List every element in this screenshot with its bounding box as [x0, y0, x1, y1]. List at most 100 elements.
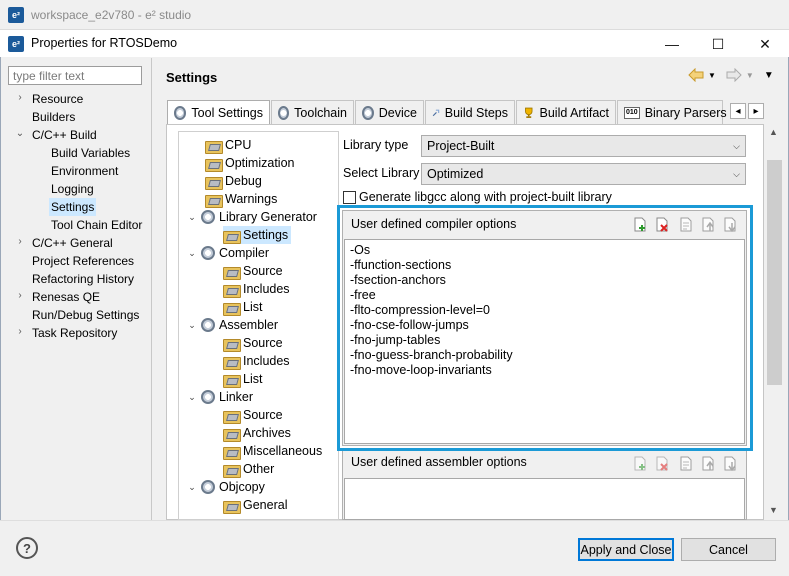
- assembler-options-list[interactable]: [344, 478, 745, 520]
- view-menu-icon[interactable]: ▼: [764, 70, 774, 81]
- select-library-select[interactable]: Optimized ⌵: [421, 163, 746, 185]
- chevron-right-icon[interactable]: ›: [15, 326, 25, 337]
- generate-libgcc-option[interactable]: Generate libgcc along with project-built…: [343, 190, 612, 204]
- forward-dropdown-icon[interactable]: ▼: [746, 71, 754, 80]
- chevron-down-icon[interactable]: ⌄: [187, 244, 197, 262]
- minimize-button[interactable]: —: [649, 30, 695, 58]
- cancel-button[interactable]: Cancel: [681, 538, 776, 561]
- sidebar-item-builders[interactable]: Builders: [30, 108, 77, 126]
- tree-item-source[interactable]: Source: [223, 262, 283, 280]
- forward-arrow-icon[interactable]: [726, 68, 742, 82]
- tree-item-optimization[interactable]: Optimization: [205, 154, 294, 172]
- assembler-options-group: User defined assembler options: [342, 449, 747, 520]
- tree-item-cpu[interactable]: CPU: [205, 136, 251, 154]
- tree-item-library-generator[interactable]: ⌄ Library Generator: [187, 208, 317, 226]
- tree-item-compiler[interactable]: ⌄ Compiler: [187, 244, 269, 262]
- library-type-select[interactable]: Project-Built ⌵: [421, 135, 746, 157]
- tab-build-steps[interactable]: Build Steps: [425, 100, 515, 124]
- tree-item-label: Optimization: [225, 156, 295, 170]
- dialog-titlebar: e² Properties for RTOSDemo — ☐ ✕: [0, 30, 789, 57]
- sidebar-item-run-debug-settings[interactable]: Run/Debug Settings: [30, 306, 141, 324]
- sidebar-item-refactoring-history[interactable]: Refactoring History: [30, 270, 136, 288]
- filter-input[interactable]: [8, 66, 142, 85]
- tab-scroll-left-button[interactable]: ◂: [730, 103, 746, 119]
- tab-build-artifact[interactable]: Build Artifact: [516, 100, 616, 124]
- tree-item-includes[interactable]: Includes: [223, 352, 290, 370]
- scroll-up-icon[interactable]: ▲: [769, 127, 778, 137]
- tree-item-label: Miscellaneous: [243, 444, 323, 458]
- delete-icon[interactable]: [655, 456, 669, 471]
- tab-scroll-right-button[interactable]: ▸: [748, 103, 764, 119]
- sidebar-item-logging[interactable]: Logging: [49, 180, 96, 198]
- tree-item-source[interactable]: Source: [223, 406, 283, 424]
- tab-toolchain[interactable]: Toolchain: [271, 100, 354, 124]
- e2-icon: e²: [8, 36, 24, 52]
- chevron-right-icon[interactable]: ›: [15, 290, 25, 301]
- tree-item-miscellaneous[interactable]: Miscellaneous: [223, 442, 322, 460]
- sidebar-item-project-references[interactable]: Project References: [30, 252, 136, 270]
- add-icon[interactable]: [633, 456, 647, 471]
- sidebar-item-settings[interactable]: Settings: [49, 198, 97, 216]
- move-down-icon[interactable]: [723, 456, 737, 471]
- tool-settings-tree[interactable]: CPU Optimization Debug Warnings ⌄ Library Gen…: [178, 131, 339, 520]
- sidebar-item-resource[interactable]: Resource: [30, 90, 85, 108]
- edit-icon[interactable]: [679, 456, 693, 471]
- move-up-icon[interactable]: [701, 456, 715, 471]
- generate-libgcc-checkbox[interactable]: [343, 190, 356, 204]
- minimize-icon: —: [665, 36, 679, 52]
- sidebar-item-renesas-qe[interactable]: Renesas QE: [30, 288, 102, 306]
- page-title: Settings: [166, 70, 218, 85]
- tree-item-linker[interactable]: ⌄ Linker: [187, 388, 253, 406]
- chevron-right-icon[interactable]: ›: [15, 236, 25, 247]
- tree-item-assembler[interactable]: ⌄ Assembler: [187, 316, 278, 334]
- sidebar-item-c-c-general[interactable]: C/C++ General: [30, 234, 115, 252]
- tree-item-label: Archives: [243, 426, 291, 440]
- tree-item-warnings[interactable]: Warnings: [205, 190, 277, 208]
- chevron-down-icon[interactable]: ⌄: [187, 316, 197, 334]
- chevron-down-icon[interactable]: ⌄: [15, 128, 25, 139]
- chevron-down-icon[interactable]: ⌄: [187, 208, 197, 226]
- back-dropdown-icon[interactable]: ▼: [708, 71, 716, 80]
- tab-label: Device: [378, 105, 417, 120]
- chevron-down-icon[interactable]: ⌄: [187, 478, 197, 496]
- tree-item-label: Includes: [243, 354, 290, 368]
- tab-binary-parsers[interactable]: 010 Binary Parsers: [617, 100, 727, 124]
- folder-icon: [205, 157, 223, 172]
- tree-item-archives[interactable]: Archives: [223, 424, 291, 442]
- back-arrow-icon[interactable]: [688, 68, 704, 82]
- help-button[interactable]: ?: [16, 537, 38, 559]
- tree-item-general[interactable]: General: [223, 496, 287, 514]
- close-button[interactable]: ✕: [742, 30, 788, 58]
- e2-icon: e²: [8, 7, 24, 23]
- tab-label: Binary Parsers: [644, 105, 727, 120]
- sidebar-item-tool-chain-editor[interactable]: Tool Chain Editor: [49, 216, 144, 234]
- tool-gear-icon: [201, 318, 215, 332]
- scrollbar-thumb[interactable]: [767, 160, 782, 385]
- tree-item-label: Other: [243, 462, 275, 476]
- tab-device[interactable]: Device: [355, 100, 424, 124]
- sidebar-item-c-c-build[interactable]: C/C++ Build: [30, 126, 99, 144]
- tool-gear-icon: [201, 210, 215, 224]
- scroll-down-icon[interactable]: ▼: [769, 505, 778, 515]
- tree-item-label: Compiler: [219, 246, 270, 260]
- tree-item-label: Source: [243, 408, 283, 422]
- tree-item-list[interactable]: List: [223, 370, 262, 388]
- tree-item-other[interactable]: Other: [223, 460, 274, 478]
- tree-item-source[interactable]: Source: [223, 334, 283, 352]
- tree-item-objcopy[interactable]: ⌄ Objcopy: [187, 478, 265, 496]
- maximize-icon: ☐: [711, 35, 725, 52]
- apply-and-close-button[interactable]: Apply and Close: [578, 538, 674, 561]
- folder-icon: [223, 283, 241, 298]
- chevron-right-icon[interactable]: ›: [15, 92, 25, 103]
- sidebar-item-build-variables[interactable]: Build Variables: [49, 144, 132, 162]
- tab-tool-settings[interactable]: Tool Settings: [167, 100, 270, 125]
- tree-item-settings[interactable]: Settings: [223, 226, 292, 244]
- sidebar-item-task-repository[interactable]: Task Repository: [30, 324, 119, 342]
- gear-icon: [362, 105, 374, 120]
- tree-item-debug[interactable]: Debug: [205, 172, 262, 190]
- sidebar-item-environment[interactable]: Environment: [49, 162, 120, 180]
- maximize-button[interactable]: ☐: [695, 30, 741, 58]
- tree-item-list[interactable]: List: [223, 298, 262, 316]
- tree-item-includes[interactable]: Includes: [223, 280, 290, 298]
- chevron-down-icon[interactable]: ⌄: [187, 388, 197, 406]
